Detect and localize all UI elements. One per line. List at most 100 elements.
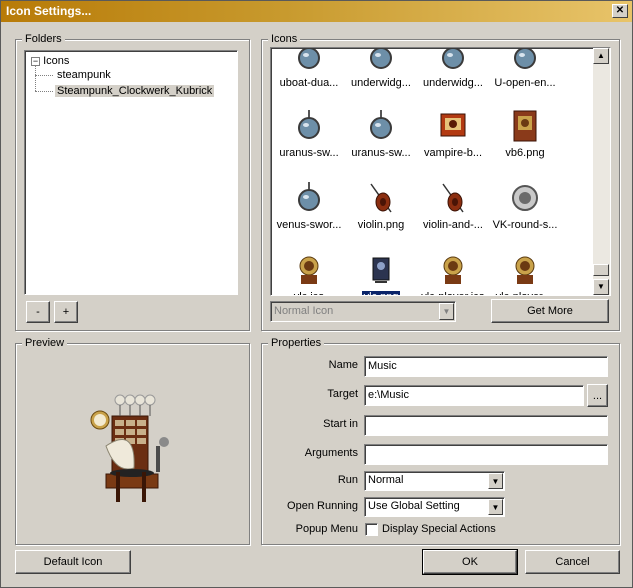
- icon-item[interactable]: underwidg...: [345, 48, 417, 89]
- icons-scrollbar[interactable]: ▲ ▼: [593, 48, 610, 295]
- vlc-player-icon: [507, 252, 543, 288]
- icon-type-value: Normal Icon: [274, 305, 334, 317]
- icon-item-label: uboat-dua...: [279, 77, 339, 89]
- properties-group-label: Properties: [268, 337, 325, 349]
- icon-item[interactable]: violin-and-...: [417, 180, 489, 231]
- cancel-button[interactable]: Cancel: [525, 550, 620, 574]
- browse-button[interactable]: ...: [587, 384, 608, 407]
- preview-group-label: Preview: [22, 337, 68, 349]
- chevron-down-icon[interactable]: ▼: [439, 303, 454, 320]
- tree-line: [35, 66, 36, 91]
- tree-node-steampunk-clockwerk[interactable]: Steampunk_Clockwerk_Kubrick: [55, 85, 215, 97]
- target-label: Target: [327, 388, 358, 400]
- tree-node-steampunk[interactable]: steampunk: [57, 69, 111, 81]
- icon-item[interactable]: vampire-b...: [417, 108, 489, 159]
- title-bar: Icon Settings... ✕: [1, 1, 632, 22]
- chevron-down-icon[interactable]: ▼: [488, 473, 503, 489]
- icons-group-label: Icons: [268, 33, 301, 45]
- open-running-select[interactable]: Use Global Setting ▼: [364, 497, 505, 517]
- icon-item[interactable]: vb6.png: [489, 108, 561, 159]
- run-select[interactable]: Normal ▼: [364, 471, 505, 491]
- steampunk-globe-icon: [507, 48, 543, 74]
- vk-round-icon: [507, 180, 543, 216]
- run-label: Run: [337, 474, 358, 486]
- steampunk-globe-icon: [363, 48, 399, 74]
- icon-item[interactable]: venus-swor...: [273, 180, 345, 231]
- icon-item[interactable]: U-open-en...: [489, 48, 561, 89]
- name-field[interactable]: Music: [364, 356, 608, 377]
- icon-item-label: underwidg...: [423, 77, 483, 89]
- tree-node-icons[interactable]: − Icons: [31, 55, 69, 67]
- icons-grid[interactable]: uboat-dua... underwidg... underwidg... U-op…: [270, 47, 611, 296]
- vb6-icon: [507, 108, 543, 144]
- uranus-sword-icon: [363, 108, 399, 144]
- icon-item-label: violin-and-...: [423, 219, 483, 231]
- icon-item[interactable]: VK-round-s...: [489, 180, 561, 231]
- target-value: e:\Music: [368, 389, 409, 401]
- start-in-label: Start in: [323, 418, 358, 430]
- icon-settings-window: Icon Settings... ✕ Folders − Icons steam…: [0, 0, 633, 588]
- icon-item-label: violin.png: [357, 219, 405, 231]
- folders-group: Folders − Icons steampunk Steampunk_Cloc…: [15, 33, 250, 331]
- icon-item-label: vlc.ico: [273, 291, 345, 295]
- start-in-field[interactable]: [364, 415, 608, 436]
- icon-item[interactable]: violin.png: [345, 180, 417, 231]
- tree-node-label: Icons: [43, 55, 70, 67]
- icon-item-label: vb6.png: [505, 147, 545, 159]
- vampire-book-icon: [435, 108, 471, 144]
- popup-checkbox-label: Display Special Actions: [382, 523, 496, 535]
- icon-item-label: underwidg...: [351, 77, 411, 89]
- icon-item-label: vlc-player....: [489, 291, 561, 295]
- name-label: Name: [328, 359, 358, 371]
- icon-type-select[interactable]: Normal Icon ▼: [270, 301, 456, 322]
- icon-item[interactable]: vlc.ico: [273, 252, 345, 295]
- steampunk-globe-icon: [291, 48, 327, 74]
- remove-folder-button[interactable]: -: [26, 301, 50, 323]
- target-field[interactable]: e:\Music: [364, 385, 584, 406]
- icon-item-label: VK-round-s...: [492, 219, 558, 231]
- icon-item-label: uranus-sw...: [279, 147, 339, 159]
- ok-button[interactable]: OK: [422, 549, 518, 575]
- tree-line: [35, 91, 53, 92]
- default-icon-button[interactable]: Default Icon: [15, 550, 131, 574]
- name-value: Music: [368, 360, 397, 372]
- add-folder-button[interactable]: +: [54, 301, 78, 323]
- icons-group: Icons uboat-dua... underwidg... underwidg.…: [261, 33, 620, 331]
- popup-checkbox[interactable]: [365, 523, 378, 536]
- icon-item[interactable]: underwidg...: [417, 48, 489, 89]
- folders-tree[interactable]: − Icons steampunk Steampunk_Clockwerk_Ku…: [24, 50, 238, 295]
- run-value: Normal: [368, 474, 404, 486]
- close-button[interactable]: ✕: [612, 4, 628, 18]
- scroll-down-button[interactable]: ▼: [593, 279, 609, 295]
- preview-group: Preview: [15, 337, 250, 545]
- get-more-button[interactable]: Get More: [491, 299, 609, 323]
- icon-item-label: vampire-b...: [423, 147, 483, 159]
- icon-item[interactable]: uboat-dua...: [273, 48, 345, 89]
- venus-sword-icon: [291, 180, 327, 216]
- collapse-icon[interactable]: −: [31, 56, 40, 66]
- open-running-value: Use Global Setting: [368, 500, 460, 512]
- icon-item[interactable]: vlc.png: [345, 252, 417, 295]
- icon-item[interactable]: vlc-player....: [489, 252, 561, 295]
- scroll-up-button[interactable]: ▲: [593, 48, 609, 64]
- uranus-sword-icon: [291, 108, 327, 144]
- vlc-png-icon: [363, 252, 399, 288]
- properties-group: Properties Name Music Target e:\Music ..…: [261, 337, 620, 545]
- scroll-thumb[interactable]: [593, 264, 609, 276]
- tree-node-label: steampunk: [57, 69, 111, 81]
- icon-item[interactable]: uranus-sw...: [345, 108, 417, 159]
- chevron-down-icon[interactable]: ▼: [488, 499, 503, 515]
- icon-item[interactable]: vlc-player.ico: [417, 252, 489, 295]
- icon-item[interactable]: uranus-sw...: [273, 108, 345, 159]
- icon-item-label: uranus-sw...: [351, 147, 411, 159]
- icon-item-label: venus-swor...: [276, 219, 342, 231]
- tree-node-label: Steampunk_Clockwerk_Kubrick: [55, 85, 215, 97]
- steampunk-globe-icon: [435, 48, 471, 74]
- icon-item-label: vlc.png: [360, 290, 402, 295]
- open-running-label: Open Running: [287, 500, 358, 512]
- arguments-field[interactable]: [364, 444, 608, 465]
- popup-menu-label: Popup Menu: [295, 523, 358, 535]
- gramophone-cabinet-icon: [90, 394, 169, 502]
- arguments-label: Arguments: [304, 447, 358, 459]
- vlc-player-icon: [435, 252, 471, 288]
